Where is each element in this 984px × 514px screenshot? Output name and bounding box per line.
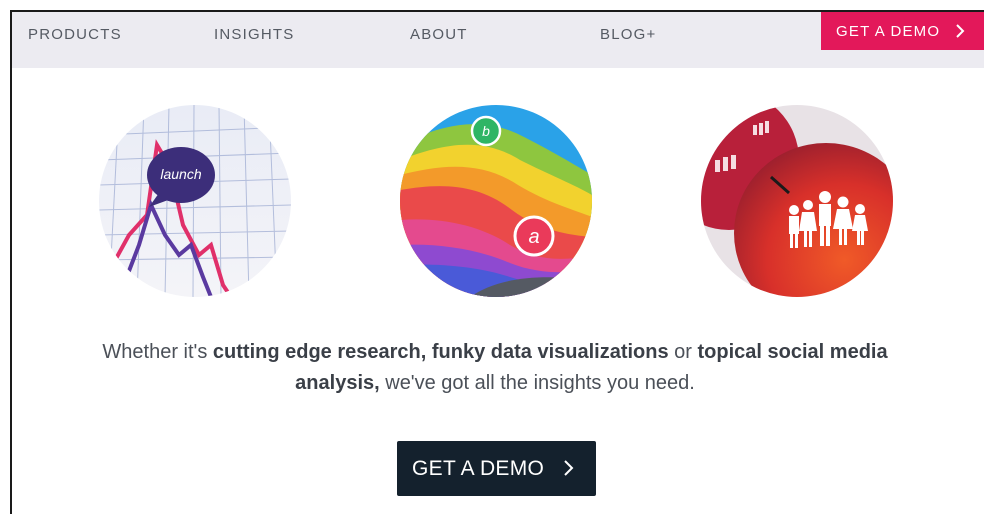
marker-a: a [528,226,539,248]
tagline-bold-1: cutting edge research, funky data visual… [212,341,669,363]
chevron-right-icon [956,24,965,38]
streamgraph-illustration: b a [400,105,592,297]
nav-get-demo-label: GET A DEMO [836,22,941,40]
nav-item-about[interactable]: ABOUT [410,24,468,46]
main-get-demo-button[interactable]: GET A DEMO [397,441,596,496]
top-navbar: PRODUCTS INSIGHTS ABOUT BLOG+ GET A DEMO [12,12,984,68]
tagline-text-2: or [668,341,698,363]
marker-b: b [482,123,490,139]
insights-tagline: Whether it's cutting edge research, funk… [100,337,890,399]
chevron-right-icon [564,460,574,476]
nav-item-products[interactable]: PRODUCTS [28,24,122,46]
nav-get-demo-button[interactable]: GET A DEMO [821,12,984,50]
tagline-text-1: Whether it's [102,341,213,363]
nav-item-insights[interactable]: INSIGHTS [214,24,294,46]
nav-item-blog[interactable]: BLOG+ [600,24,656,46]
tagline-text-3: we've got all the insights you need. [379,372,695,394]
frame-left-border [10,10,12,514]
launch-chart-illustration: launch [99,105,291,297]
social-people-illustration [701,105,893,297]
main-get-demo-label: GET A DEMO [412,456,545,480]
launch-label: launch [160,166,201,182]
